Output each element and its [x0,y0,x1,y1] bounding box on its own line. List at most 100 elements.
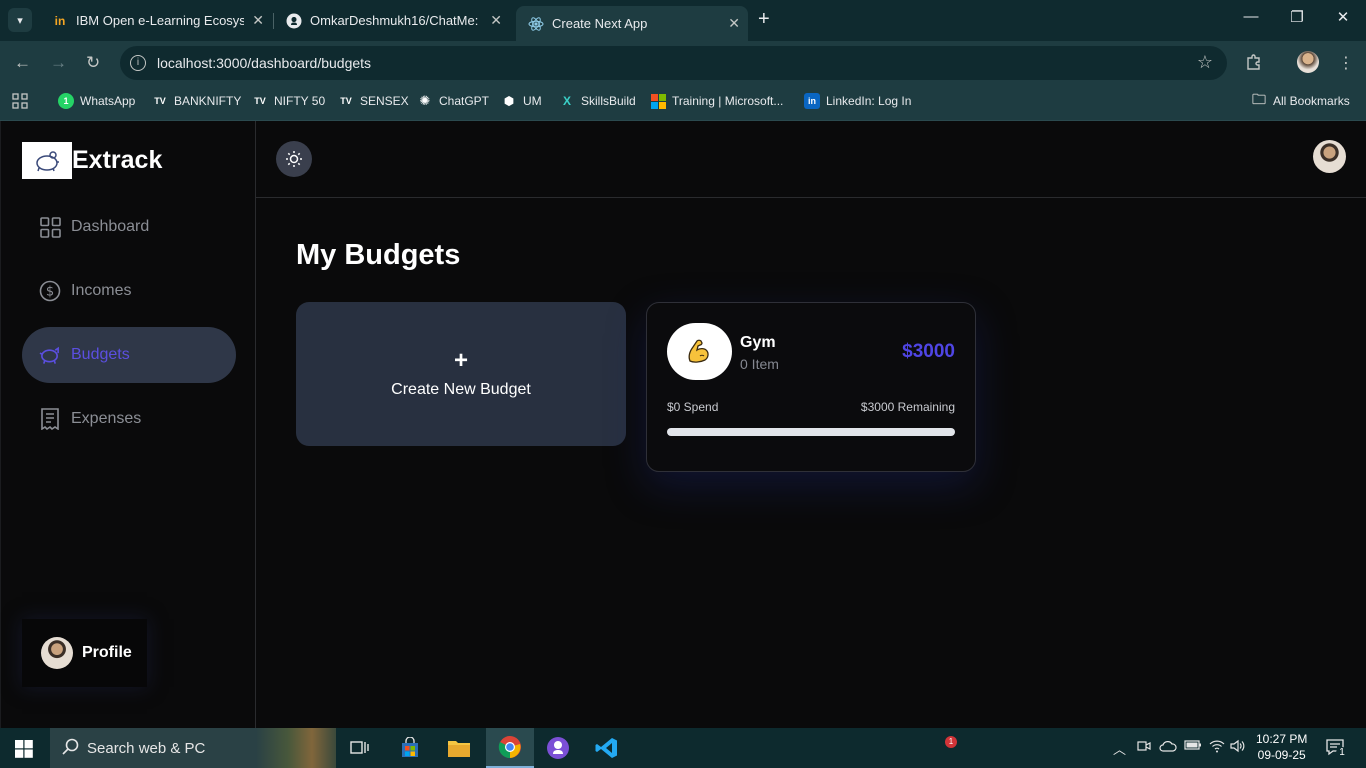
close-icon[interactable]: ✕ [490,12,502,29]
budget-name: Gym [740,334,776,351]
extensions-icon[interactable] [1245,53,1263,76]
chevron-up-icon[interactable]: ︿ [1113,739,1126,758]
github-favicon [286,13,302,29]
bookmark-label: UM [523,94,542,108]
close-icon[interactable]: ✕ [728,15,740,32]
bookmark-skillsbuild[interactable]: X SkillsBuild [559,93,636,109]
browser-tab-strip: ▾ in IBM Open e-Learning Ecosystem ✕ Omk… [0,0,1366,41]
budget-amount: $3000 [902,341,955,362]
bookmark-nifty50[interactable]: TV NIFTY 50 [252,93,325,109]
notification-badge: 1 [945,736,957,748]
brand-name: Extrack [72,146,163,174]
page-title: My Budgets [296,239,461,271]
top-header [256,121,1366,198]
sun-icon [286,151,302,167]
skillsbuild-icon: X [562,94,571,108]
budget-spend: $0 Spend [667,400,719,414]
site-info-icon[interactable]: i [130,55,146,71]
sidebar: Extrack Dashboard $ Incomes Budgets Expe… [0,121,256,728]
reload-button[interactable]: ↻ [86,53,100,73]
bookmark-sensex[interactable]: TV SENSEX [338,93,408,109]
bookmark-star-icon[interactable]: ☆ [1197,52,1213,73]
chrome-profile-avatar[interactable] [1297,51,1319,73]
vscode-icon[interactable] [583,728,631,768]
bookmark-um[interactable]: ⬢ UM [501,93,542,109]
microsoft-icon [650,93,666,109]
taskbar-search[interactable]: Search web & PC [50,728,336,768]
svg-text:$: $ [46,285,54,300]
avatar [41,637,73,669]
react-favicon [528,16,544,32]
bookmark-label: LinkedIn: Log In [826,94,912,108]
sidebar-item-incomes[interactable]: $ Incomes [22,263,236,319]
tab-search-button[interactable]: ▾ [8,8,32,32]
bookmark-whatsapp[interactable]: 1 WhatsApp [58,93,135,109]
app-viewport: Extrack Dashboard $ Incomes Budgets Expe… [0,121,1366,728]
task-view-icon[interactable] [336,728,384,768]
receipt-icon [39,408,61,430]
profile-button[interactable]: Profile [22,619,147,687]
sidebar-item-budgets[interactable]: Budgets [22,327,236,383]
all-bookmarks-button[interactable]: 🗀 All Bookmarks [1251,91,1350,109]
linkedin-icon: in [804,93,820,109]
wifi-icon[interactable] [1209,739,1225,756]
bookmark-label: SkillsBuild [581,94,636,108]
flexed-biceps-icon [667,323,732,380]
budget-card-gym[interactable]: Gym 0 Item $3000 $0 Spend $3000 Remainin… [646,302,976,472]
url-text[interactable]: localhost:3000/dashboard/budgets [157,55,371,71]
meet-now-icon[interactable] [1137,739,1151,756]
more-menu-icon[interactable]: ⋮ [1338,53,1354,73]
tradingview-icon: TV [254,96,266,106]
create-budget-card[interactable]: + Create New Budget [296,302,626,446]
restore-button[interactable]: ❐ [1274,8,1320,26]
apps-grid-icon[interactable] [12,93,28,109]
chrome-taskbar-icon[interactable] [486,728,534,768]
tab-title: OmkarDeshmukh16/ChatMe: Fu [310,13,480,28]
user-avatar[interactable] [1313,140,1346,173]
ibm-favicon: in [54,13,66,28]
onedrive-icon[interactable] [1159,739,1177,756]
um-icon: ⬢ [503,94,515,108]
battery-icon[interactable] [1184,739,1202,754]
notification-count: 1 [1336,747,1348,759]
bookmark-microsoft[interactable]: Training | Microsoft... [650,93,783,109]
windows-start-icon[interactable] [15,740,33,763]
bookmark-label: WhatsApp [80,94,136,108]
close-icon[interactable]: ✕ [252,12,264,29]
browser-toolbar: ← → ↻ i localhost:3000/dashboard/budgets… [0,41,1366,85]
sidebar-item-label: Dashboard [71,218,150,235]
tab-github[interactable]: OmkarDeshmukh16/ChatMe: Fu ✕ [274,6,510,35]
clock-date: 09-09-25 [1257,748,1306,762]
volume-icon[interactable] [1230,739,1246,756]
sidebar-item-expenses[interactable]: Expenses [22,391,236,447]
back-button[interactable]: ← [14,53,31,73]
bookmark-label: Training | Microsoft... [672,94,784,108]
all-bookmarks-label: All Bookmarks [1273,94,1350,108]
bookmark-linkedin[interactable]: in LinkedIn: Log In [804,93,911,109]
grid-icon [39,216,61,238]
forward-button[interactable]: → [50,53,67,73]
close-window-button[interactable]: ✕ [1320,8,1366,26]
bookmark-label: BANKNIFTY [174,94,242,108]
tab-create-next-app[interactable]: Create Next App ✕ [516,6,748,41]
budget-item-count: 0 Item [740,356,779,372]
new-tab-button[interactable]: + [758,8,770,31]
bookmark-chatgpt[interactable]: ✺ ChatGPT [417,93,489,109]
action-center-icon[interactable]: 1 [1325,737,1348,760]
sidebar-item-dashboard[interactable]: Dashboard [22,199,236,255]
address-bar[interactable]: i localhost:3000/dashboard/budgets ☆ [120,46,1227,80]
file-explorer-icon[interactable] [435,728,483,768]
github-desktop-icon[interactable] [534,728,582,768]
theme-toggle-button[interactable] [276,141,312,177]
sidebar-item-label: Expenses [71,410,142,427]
microsoft-store-icon[interactable] [386,728,434,768]
system-clock[interactable]: 10:27 PM 09-09-25 [1256,731,1307,763]
piggy-bank-icon [39,344,61,366]
bookmark-label: NIFTY 50 [274,94,326,108]
budget-progress-bar [667,428,955,436]
bookmark-banknifty[interactable]: TV BANKNIFTY [152,93,241,109]
tab-ibm[interactable]: in IBM Open e-Learning Ecosystem ✕ [40,6,272,35]
create-budget-label: Create New Budget [391,381,531,398]
minimize-button[interactable]: — [1228,8,1274,25]
search-placeholder: Search web & PC [87,739,206,757]
